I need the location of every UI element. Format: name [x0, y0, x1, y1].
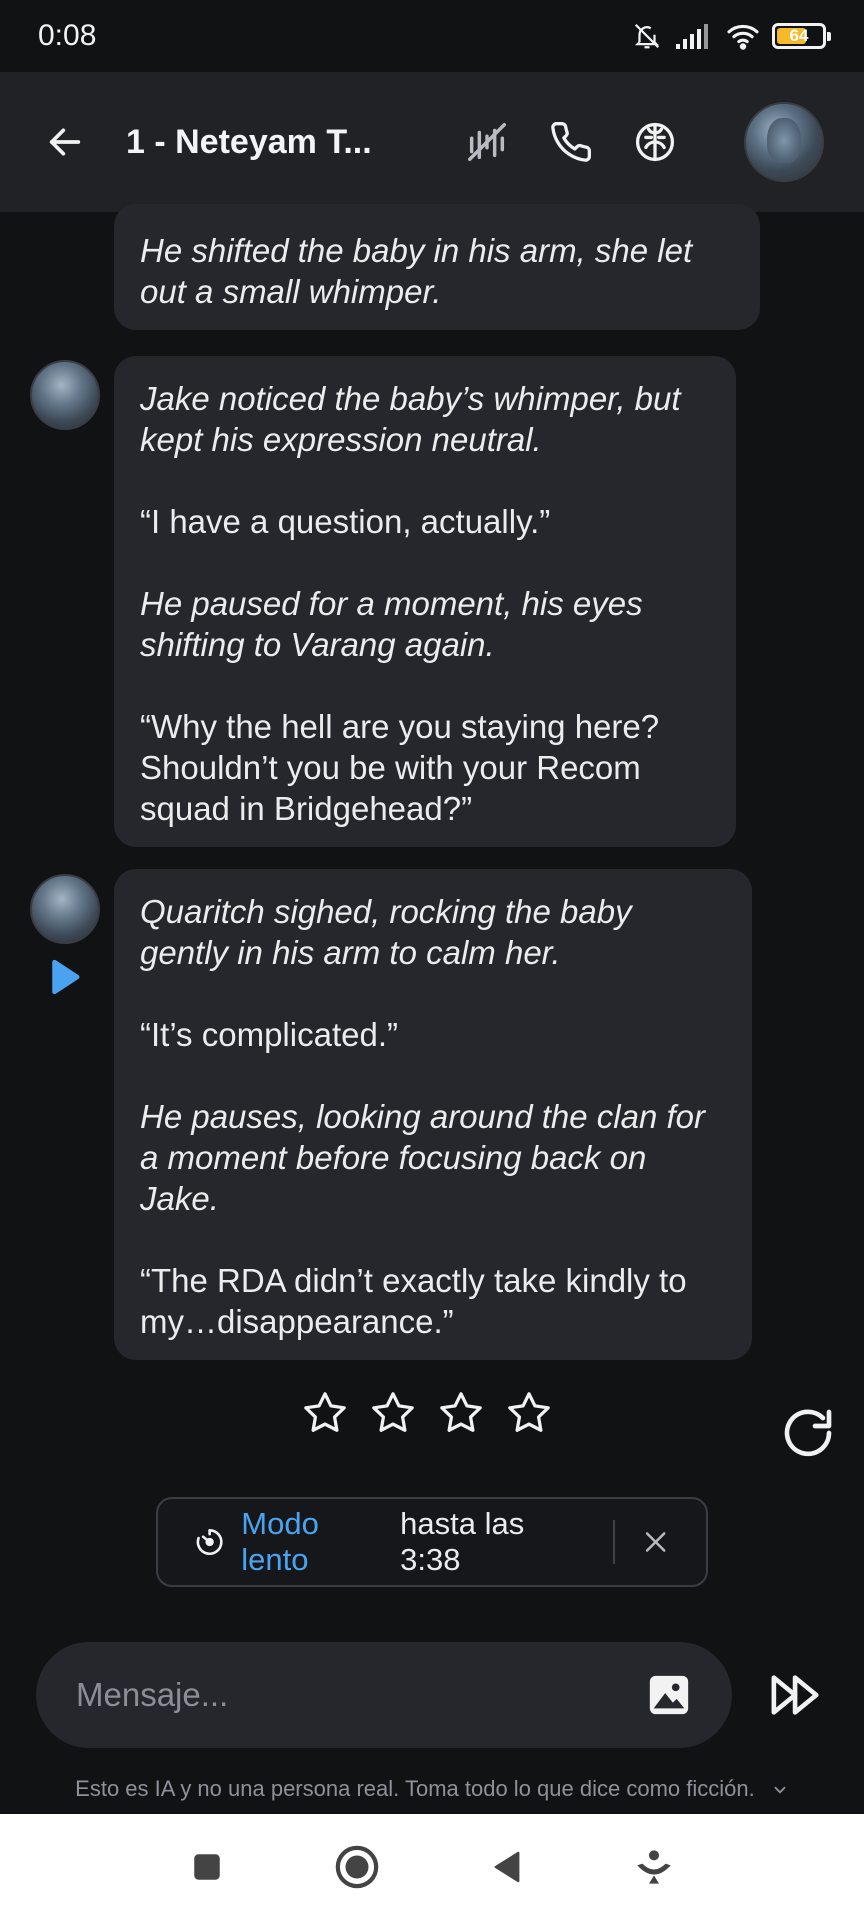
character-avatar[interactable]	[744, 102, 824, 182]
divider	[612, 1520, 615, 1564]
system-nav-bar	[0, 1814, 864, 1920]
message-text: Jake noticed the baby’s whimper, but kep…	[140, 380, 681, 458]
back-arrow-icon	[49, 128, 81, 156]
chat-header: 1 - Neteyam T...	[0, 72, 864, 212]
message-input[interactable]	[76, 1676, 646, 1714]
status-bar: 0:08 64	[0, 0, 864, 72]
close-icon[interactable]	[641, 1527, 670, 1557]
message-text: “It’s complicated.”	[140, 1016, 398, 1053]
slow-mode-banner: Modo lento hasta las 3:38	[156, 1497, 708, 1587]
memory-button[interactable]	[630, 117, 680, 167]
message-text: “The RDA didn’t exactly take kindly to m…	[140, 1262, 687, 1340]
assistant-icon[interactable]	[634, 1847, 674, 1887]
star-icon[interactable]	[506, 1390, 552, 1436]
chevron-down-icon[interactable]	[771, 1781, 789, 1799]
voice-toggle-button[interactable]	[462, 117, 512, 167]
message-avatar[interactable]	[30, 874, 100, 944]
rating-stars	[302, 1390, 552, 1436]
back-button[interactable]	[40, 117, 90, 167]
chat-title[interactable]: 1 - Neteyam T...	[126, 123, 396, 162]
slow-mode-label: Modo lento	[241, 1506, 319, 1577]
message-avatar[interactable]	[30, 360, 100, 430]
message-text: He shifted the baby in his arm, she let …	[140, 232, 693, 310]
brain-icon	[635, 122, 675, 162]
header-actions	[462, 102, 824, 182]
message-bubble: Quaritch sighed, rocking the baby gently…	[114, 869, 752, 1360]
message-text: “I have a question, actually.”	[140, 503, 551, 540]
message-composer	[36, 1642, 732, 1748]
timer-icon	[196, 1528, 223, 1556]
regenerate-icon[interactable]	[780, 1405, 836, 1461]
battery-level: 64	[789, 26, 809, 45]
signal-icon	[676, 24, 708, 49]
message-text: He pauses, looking around the clan for a…	[140, 1098, 706, 1217]
status-time: 0:08	[38, 19, 97, 52]
mute-mic-icon	[468, 123, 506, 161]
disclaimer-text: Esto es IA y no una persona real. Toma t…	[75, 1776, 755, 1801]
ai-disclaimer: Esto es IA y no una persona real. Toma t…	[0, 1776, 864, 1802]
star-icon[interactable]	[302, 1390, 348, 1436]
mute-bell-icon	[634, 23, 660, 49]
message-text: “Why the hell are you staying here? Shou…	[140, 708, 660, 827]
back-icon[interactable]	[490, 1848, 524, 1886]
star-icon[interactable]	[370, 1390, 416, 1436]
fast-forward-icon[interactable]	[770, 1670, 824, 1720]
wifi-icon	[727, 24, 759, 50]
message-bubble: Jake noticed the baby’s whimper, but kep…	[114, 356, 736, 847]
message-text: Quaritch sighed, rocking the baby gently…	[140, 893, 632, 971]
star-icon[interactable]	[438, 1390, 484, 1436]
call-button[interactable]	[546, 117, 596, 167]
play-icon[interactable]	[48, 958, 82, 996]
image-icon[interactable]	[646, 1672, 692, 1718]
phone-icon	[551, 122, 591, 162]
message-bubble: He shifted the baby in his arm, she let …	[114, 204, 760, 330]
slow-mode-until: hasta las 3:38	[400, 1506, 525, 1577]
battery-icon: 64	[772, 23, 831, 49]
status-icons: 64	[632, 21, 831, 51]
message-text: He paused for a moment, his eyes shiftin…	[140, 585, 643, 663]
home-icon[interactable]	[334, 1844, 380, 1890]
recents-icon[interactable]	[190, 1850, 224, 1884]
